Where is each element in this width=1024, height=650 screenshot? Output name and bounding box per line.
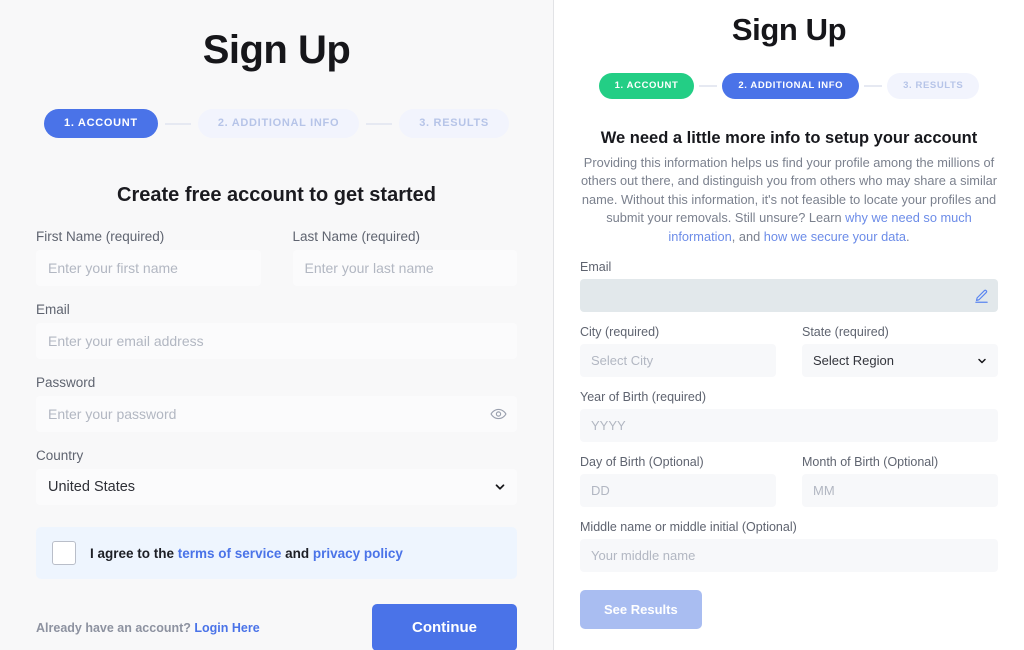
state-select[interactable]: Select Region bbox=[802, 344, 998, 378]
last-name-label: Last Name (required) bbox=[292, 229, 421, 244]
form-footer: Already have an account? Login Here Cont… bbox=[36, 604, 517, 650]
see-results-button[interactable]: See Results bbox=[580, 590, 702, 630]
field-day-of-birth: Day of Birth (Optional) bbox=[580, 455, 776, 508]
email-label: Email bbox=[36, 302, 70, 317]
paragraph-part-2: , and bbox=[731, 228, 764, 244]
email-input-locked[interactable] bbox=[580, 279, 998, 313]
continue-button[interactable]: Continue bbox=[372, 604, 517, 650]
agree-prefix: I agree to the bbox=[90, 545, 178, 561]
step-indicator-right: 1. ACCOUNT 2. ADDITIONAL INFO 3. RESULTS bbox=[580, 73, 998, 99]
eye-icon bbox=[490, 408, 507, 420]
step-pill-results[interactable]: 3. RESULTS bbox=[887, 73, 980, 99]
privacy-policy-link[interactable]: privacy policy bbox=[313, 546, 403, 561]
state-label: State (required) bbox=[802, 325, 889, 340]
field-password: Password bbox=[36, 375, 517, 432]
agree-middle: and bbox=[281, 545, 313, 561]
field-email: Email bbox=[36, 302, 517, 359]
page-title: Sign Up bbox=[202, 28, 351, 72]
city-label: City (required) bbox=[580, 325, 660, 340]
month-of-birth-label: Month of Birth (Optional) bbox=[802, 455, 939, 470]
step-pill-additional-info[interactable]: 2. ADDITIONAL INFO bbox=[197, 109, 360, 138]
toggle-password-visibility-button[interactable] bbox=[488, 404, 509, 425]
step-connector bbox=[864, 84, 883, 87]
account-form: First Name (required) Last Name (require… bbox=[36, 229, 517, 505]
field-email-locked: Email bbox=[580, 260, 998, 313]
terms-of-service-link[interactable]: terms of service bbox=[178, 546, 282, 561]
step-pill-account[interactable]: 1. ACCOUNT bbox=[598, 73, 695, 99]
city-input[interactable] bbox=[580, 344, 776, 378]
field-city: City (required) bbox=[580, 325, 776, 378]
additional-info-form: Email City (required) Select City State … bbox=[580, 260, 998, 630]
country-select[interactable]: United States bbox=[36, 469, 517, 505]
field-year-of-birth: Year of Birth (required) bbox=[580, 390, 998, 443]
password-input[interactable] bbox=[36, 396, 517, 432]
login-prompt-text: Already have an account? bbox=[36, 620, 195, 635]
step-indicator: 1. ACCOUNT 2. ADDITIONAL INFO 3. RESULTS bbox=[36, 109, 517, 138]
how-we-secure-data-link[interactable]: how we secure your data bbox=[764, 229, 906, 244]
middle-name-input[interactable] bbox=[580, 539, 998, 573]
field-middle-name: Middle name or middle initial (Optional) bbox=[580, 520, 998, 573]
first-name-label: First Name (required) bbox=[36, 229, 165, 244]
additional-info-paragraph: Providing this information helps us find… bbox=[580, 154, 998, 247]
day-of-birth-input[interactable] bbox=[580, 474, 776, 508]
last-name-input[interactable] bbox=[292, 250, 517, 286]
step-connector bbox=[699, 84, 718, 87]
page-title-right: Sign Up bbox=[731, 12, 847, 47]
step-pill-results[interactable]: 3. RESULTS bbox=[399, 109, 509, 138]
middle-name-label: Middle name or middle initial (Optional) bbox=[580, 520, 797, 535]
email-label: Email bbox=[580, 260, 612, 275]
terms-agreement-box[interactable]: I agree to the terms of service and priv… bbox=[36, 527, 517, 579]
form-heading: Create free account to get started bbox=[117, 184, 436, 206]
email-input[interactable] bbox=[36, 323, 517, 359]
first-name-input[interactable] bbox=[36, 250, 261, 286]
country-label: Country bbox=[36, 448, 84, 463]
password-label: Password bbox=[36, 375, 96, 390]
field-month-of-birth: Month of Birth (Optional) bbox=[802, 455, 998, 508]
signup-screen: Sign Up 1. ACCOUNT 2. ADDITIONAL INFO 3.… bbox=[0, 0, 1024, 650]
additional-info-heading: We need a little more info to setup your… bbox=[600, 128, 978, 147]
step-connector bbox=[366, 122, 393, 125]
step-connector bbox=[164, 122, 191, 125]
step-pill-additional-info[interactable]: 2. ADDITIONAL INFO bbox=[722, 73, 860, 99]
login-prompt: Already have an account? Login Here bbox=[36, 621, 260, 635]
additional-info-step-panel: Sign Up 1. ACCOUNT 2. ADDITIONAL INFO 3.… bbox=[554, 0, 1024, 650]
field-first-name: First Name (required) bbox=[36, 229, 261, 286]
step-pill-account[interactable]: 1. ACCOUNT bbox=[44, 109, 158, 138]
field-state: State (required) Select Region bbox=[802, 325, 998, 378]
edit-email-button[interactable] bbox=[974, 288, 989, 303]
terms-checkbox[interactable] bbox=[52, 541, 76, 565]
paragraph-part-3: . bbox=[906, 228, 910, 244]
terms-agreement-text: I agree to the terms of service and priv… bbox=[90, 546, 403, 561]
year-of-birth-input[interactable] bbox=[580, 409, 998, 443]
field-country: Country United States bbox=[36, 448, 517, 505]
year-of-birth-label: Year of Birth (required) bbox=[580, 390, 706, 405]
month-of-birth-input[interactable] bbox=[802, 474, 998, 508]
day-of-birth-label: Day of Birth (Optional) bbox=[580, 455, 704, 470]
login-here-link[interactable]: Login Here bbox=[194, 621, 259, 635]
field-last-name: Last Name (required) bbox=[292, 229, 517, 286]
account-step-panel: Sign Up 1. ACCOUNT 2. ADDITIONAL INFO 3.… bbox=[0, 0, 554, 650]
pencil-edit-icon bbox=[975, 289, 988, 303]
